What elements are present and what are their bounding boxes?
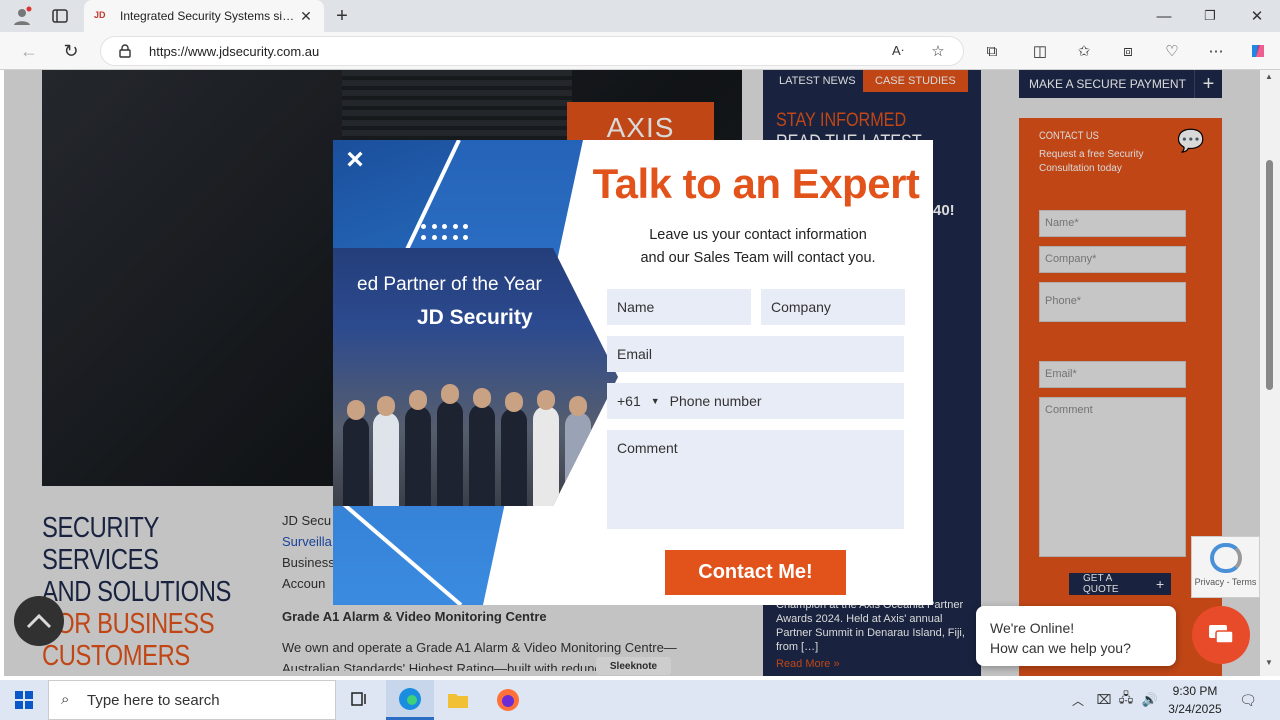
photo-caption-1: ed Partner of the Year — [357, 274, 542, 295]
clock-time: 9:30 PM — [1172, 684, 1218, 698]
split-screen-icon[interactable]: ◫ — [1028, 40, 1052, 62]
company-input[interactable]: Company — [761, 289, 905, 325]
back-icon[interactable]: ← — [16, 38, 42, 64]
contact-me-button[interactable]: Contact Me! — [665, 550, 846, 595]
clock-date: 3/24/2025 — [1168, 702, 1222, 716]
decorative-dots — [421, 224, 471, 242]
chat-launcher-button[interactable] — [1192, 606, 1250, 664]
close-tab-icon[interactable]: ✕ — [298, 8, 314, 25]
search-placeholder: Type here to search — [87, 691, 220, 709]
email-input[interactable]: Email — [607, 336, 904, 372]
comment-textarea[interactable]: Comment — [607, 430, 904, 529]
search-icon: ⌕ — [61, 691, 70, 708]
browser-essentials-icon[interactable]: ♡ — [1160, 40, 1184, 62]
favicon-icon: JD — [94, 10, 106, 20]
scrollbar-thumb[interactable] — [1266, 160, 1273, 390]
refresh-icon[interactable]: ↻ — [58, 38, 84, 64]
scroll-up-arrow-icon[interactable]: ▲ — [1265, 72, 1273, 81]
phone-input[interactable]: Phone number — [670, 393, 762, 409]
tab-actions-icon[interactable] — [48, 4, 72, 28]
tray-overflow-icon[interactable]: ︿ — [1068, 690, 1088, 710]
taskbar-clock[interactable]: 9:30 PM 3/24/2025 — [1160, 682, 1230, 718]
notifications-icon[interactable]: 🗨 — [1238, 690, 1258, 710]
read-aloud-icon[interactable]: Aᐧ — [886, 40, 910, 62]
edge-taskbar-icon[interactable] — [386, 680, 434, 720]
chat-line-2: How can we help you? — [990, 640, 1131, 656]
taskbar-search[interactable]: ⌕ Type here to search — [48, 680, 336, 720]
scroll-down-arrow-icon[interactable]: ▼ — [1265, 658, 1273, 667]
country-code-select[interactable]: +61 — [617, 393, 641, 409]
more-menu-icon[interactable]: ⋯ — [1204, 40, 1228, 62]
extensions-icon[interactable]: ⧉ — [980, 40, 1004, 62]
close-modal-icon[interactable]: × — [341, 145, 369, 175]
photo-caption-2: JD Security — [417, 306, 533, 329]
collections-icon[interactable]: ⧈ — [1116, 40, 1140, 62]
copilot-icon[interactable] — [1246, 40, 1270, 62]
phone-field[interactable]: +61 ▼ Phone number — [607, 383, 904, 419]
url-text: https://www.jdsecurity.com.au — [149, 43, 320, 59]
tray-device-icon[interactable]: ⌧ — [1094, 690, 1114, 710]
chat-popup[interactable]: We're Online! How can we help you? — [976, 606, 1176, 666]
favorite-star-icon[interactable]: ☆ — [926, 40, 950, 62]
talk-to-expert-modal: ed Partner of the Year JD Security × Tal… — [333, 140, 933, 605]
recaptcha-icon — [1210, 543, 1242, 573]
name-input[interactable]: Name — [607, 289, 751, 325]
restore-icon[interactable]: ❐ — [1198, 4, 1222, 28]
close-window-icon[interactable]: ✕ — [1245, 4, 1269, 28]
modal-subtitle-line-1: Leave us your contact information — [649, 227, 867, 243]
modal-subtitle-line-2: and our Sales Team will contact you. — [640, 250, 876, 266]
firefox-icon[interactable] — [484, 680, 532, 720]
profile-icon[interactable] — [10, 4, 34, 28]
network-icon[interactable]: 🖧 — [1116, 690, 1136, 710]
chat-line-1: We're Online! — [990, 620, 1075, 636]
tab-active[interactable]: JD Integrated Security Systems since 19 … — [84, 0, 324, 32]
address-bar[interactable]: https://www.jdsecurity.com.au — [100, 36, 964, 66]
lock-icon[interactable] — [116, 42, 134, 60]
favorites-icon[interactable]: ✩ — [1072, 40, 1096, 62]
modal-title: Talk to an Expert — [592, 160, 920, 207]
vertical-scrollbar[interactable]: ▲ ▼ — [1260, 70, 1280, 676]
minimize-icon[interactable]: — — [1152, 4, 1176, 28]
tab-title: Integrated Security Systems since 19 — [120, 9, 298, 23]
new-tab-button[interactable]: + — [330, 4, 354, 28]
file-explorer-icon[interactable] — [434, 680, 482, 720]
chevron-down-icon[interactable]: ▼ — [651, 396, 660, 406]
recaptcha-badge[interactable]: Privacy - Terms — [1191, 536, 1260, 598]
modal-subtitle: Leave us your contact information and ou… — [608, 224, 908, 270]
task-view-icon[interactable] — [336, 680, 384, 720]
volume-icon[interactable]: 🔊 — [1140, 690, 1160, 710]
start-icon[interactable] — [0, 680, 48, 720]
recaptcha-text: Privacy - Terms — [1194, 577, 1257, 587]
